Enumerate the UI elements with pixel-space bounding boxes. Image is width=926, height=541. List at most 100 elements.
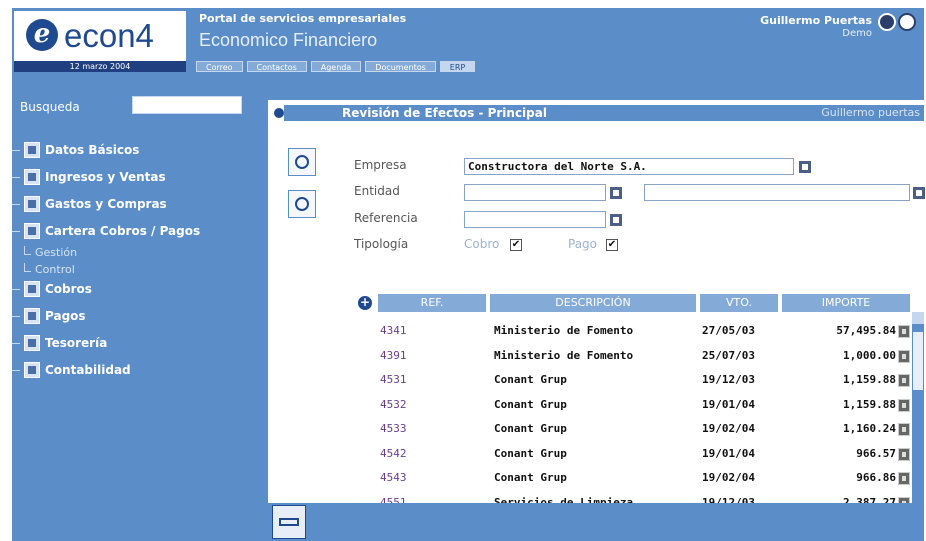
row-due-date: 19/02/04 xyxy=(702,422,755,435)
tree-connector xyxy=(12,176,20,178)
sidebar-subitem-control[interactable]: Control xyxy=(24,263,75,276)
sidebar-subitem-gestion[interactable]: Gestión xyxy=(24,246,77,259)
money-in-icon xyxy=(24,281,40,297)
row-description: Conant Grup xyxy=(494,397,567,411)
search-payment-icon[interactable] xyxy=(288,190,316,218)
tree-connector xyxy=(12,203,20,205)
tree-elbow xyxy=(24,263,31,272)
logo: e econ4 xyxy=(14,11,186,61)
empresa-label: Empresa xyxy=(354,158,407,172)
sidebar-item-gastos[interactable]: Gastos y Compras xyxy=(12,194,167,214)
user-settings-icon[interactable] xyxy=(898,13,916,31)
column-header-descripcion[interactable]: DESCRIPCIÓN xyxy=(490,294,696,312)
cobro-label: Cobro xyxy=(464,237,500,251)
scroll-up-button[interactable] xyxy=(912,312,924,324)
row-amount: 1,159.88 xyxy=(843,373,896,386)
sidebar: Busqueda Datos Básicos Ingresos y Ventas… xyxy=(12,80,260,541)
tab-erp[interactable]: ERP xyxy=(439,61,476,72)
main-panel: Revisión de Efectos - Principal Guillerm… xyxy=(268,100,926,510)
sidebar-item-cobros[interactable]: Cobros xyxy=(12,279,92,299)
row-amount: 57,495.84 xyxy=(836,324,896,337)
column-header-ref[interactable]: REF. xyxy=(378,294,486,312)
row-ref-link[interactable]: 4532 xyxy=(380,398,407,411)
portal-title: Portal de servicios empresariales xyxy=(199,12,407,25)
sidebar-item-pagos[interactable]: Pagos xyxy=(12,306,86,326)
pago-checkbox[interactable]: ✔ xyxy=(606,239,618,251)
row-ref-link[interactable]: 4531 xyxy=(380,373,407,386)
tree-connector xyxy=(12,315,20,317)
tab-documentos[interactable]: Documentos xyxy=(365,61,436,72)
header: e econ4 12 marzo 2004 Portal de servicio… xyxy=(12,8,924,72)
scrollbar-thumb[interactable] xyxy=(913,332,923,390)
tree-elbow xyxy=(24,246,31,255)
row-description: Conant Grup xyxy=(494,446,567,460)
empresa-dropdown-button[interactable] xyxy=(798,160,812,174)
sidebar-item-label: Pagos xyxy=(45,309,86,323)
add-circle-icon[interactable]: + xyxy=(358,296,372,310)
entidad-lookup-button[interactable] xyxy=(912,186,926,200)
pago-label: Pago xyxy=(568,237,598,251)
sidebar-item-label: Cobros xyxy=(45,282,92,296)
row-action-button[interactable] xyxy=(898,374,910,387)
row-due-date: 19/12/03 xyxy=(702,373,755,386)
title-bar: Revisión de Efectos - Principal Guillerm… xyxy=(284,105,924,121)
row-ref-link[interactable]: 4543 xyxy=(380,471,407,484)
row-description: Ministerio de Fomento xyxy=(494,348,634,362)
entidad-label: Entidad xyxy=(354,184,400,198)
row-due-date: 27/05/03 xyxy=(702,324,755,337)
row-due-date: 19/02/04 xyxy=(702,471,755,484)
entidad-select[interactable] xyxy=(464,184,606,201)
back-arrow-icon[interactable] xyxy=(272,505,306,539)
subitem-label: Control xyxy=(35,263,75,276)
tab-correo[interactable]: Correo xyxy=(196,61,243,72)
row-due-date: 25/07/03 xyxy=(702,348,755,362)
tab-agenda[interactable]: Agenda xyxy=(310,61,362,72)
sidebar-item-label: Cartera Cobros / Pagos xyxy=(45,224,201,238)
cobro-checkbox[interactable]: ✔ xyxy=(510,239,522,251)
column-header-importe[interactable]: IMPORTE xyxy=(782,294,910,312)
referencia-input[interactable] xyxy=(464,211,606,228)
main-user: Guillermo puertas xyxy=(821,106,920,119)
row-amount: 1,159.88 xyxy=(843,397,896,411)
sidebar-item-tesoreria[interactable]: Tesorería xyxy=(12,333,107,353)
sidebar-item-ingresos[interactable]: Ingresos y Ventas xyxy=(12,167,166,187)
row-action-button[interactable] xyxy=(898,349,910,363)
empresa-select[interactable]: Constructora del Norte S.A. xyxy=(464,158,794,175)
page-title: Revisión de Efectos - Principal xyxy=(342,106,547,120)
tree-connector xyxy=(12,342,20,344)
search-input[interactable] xyxy=(132,96,242,114)
tab-contactos[interactable]: Contactos xyxy=(246,61,307,72)
row-ref-link[interactable]: 4533 xyxy=(380,422,407,435)
sidebar-item-datos-basicos[interactable]: Datos Básicos xyxy=(12,140,139,160)
row-ref-link[interactable]: 4341 xyxy=(380,324,407,337)
row-action-button[interactable] xyxy=(898,325,910,338)
row-action-button[interactable] xyxy=(898,447,910,461)
sidebar-item-contabilidad[interactable]: Contabilidad xyxy=(12,360,131,380)
row-action-button[interactable] xyxy=(898,472,910,485)
ledger-icon xyxy=(24,362,40,378)
row-ref-link[interactable]: 4391 xyxy=(380,349,407,362)
row-ref-link[interactable]: 4542 xyxy=(380,447,407,460)
column-header-vto[interactable]: VTO. xyxy=(700,294,778,312)
footer-bar xyxy=(268,503,924,541)
entidad-description-field[interactable] xyxy=(644,184,910,201)
sidebar-item-label: Contabilidad xyxy=(45,363,131,377)
subitem-label: Gestión xyxy=(35,246,78,259)
row-description: Ministerio de Fomento xyxy=(494,324,634,337)
search-document-icon[interactable] xyxy=(288,148,316,176)
tree-connector xyxy=(12,288,20,290)
sidebar-item-label: Gastos y Compras xyxy=(45,197,167,211)
row-action-button[interactable] xyxy=(898,398,910,412)
row-action-button[interactable] xyxy=(898,423,910,436)
user-status-icon[interactable] xyxy=(878,13,896,31)
date-label: 12 marzo 2004 xyxy=(14,61,186,72)
tree-connector xyxy=(12,369,20,371)
row-amount: 1,000.00 xyxy=(843,348,896,362)
sidebar-item-cartera[interactable]: Cartera Cobros / Pagos xyxy=(12,221,200,241)
referencia-lookup-button[interactable] xyxy=(609,213,623,227)
scrollbar[interactable] xyxy=(912,312,924,503)
user-name: Guillermo Puertas xyxy=(760,14,872,27)
money-out-icon xyxy=(24,308,40,324)
user-role: Demo xyxy=(842,28,872,39)
entidad-dropdown-button[interactable] xyxy=(609,186,623,200)
